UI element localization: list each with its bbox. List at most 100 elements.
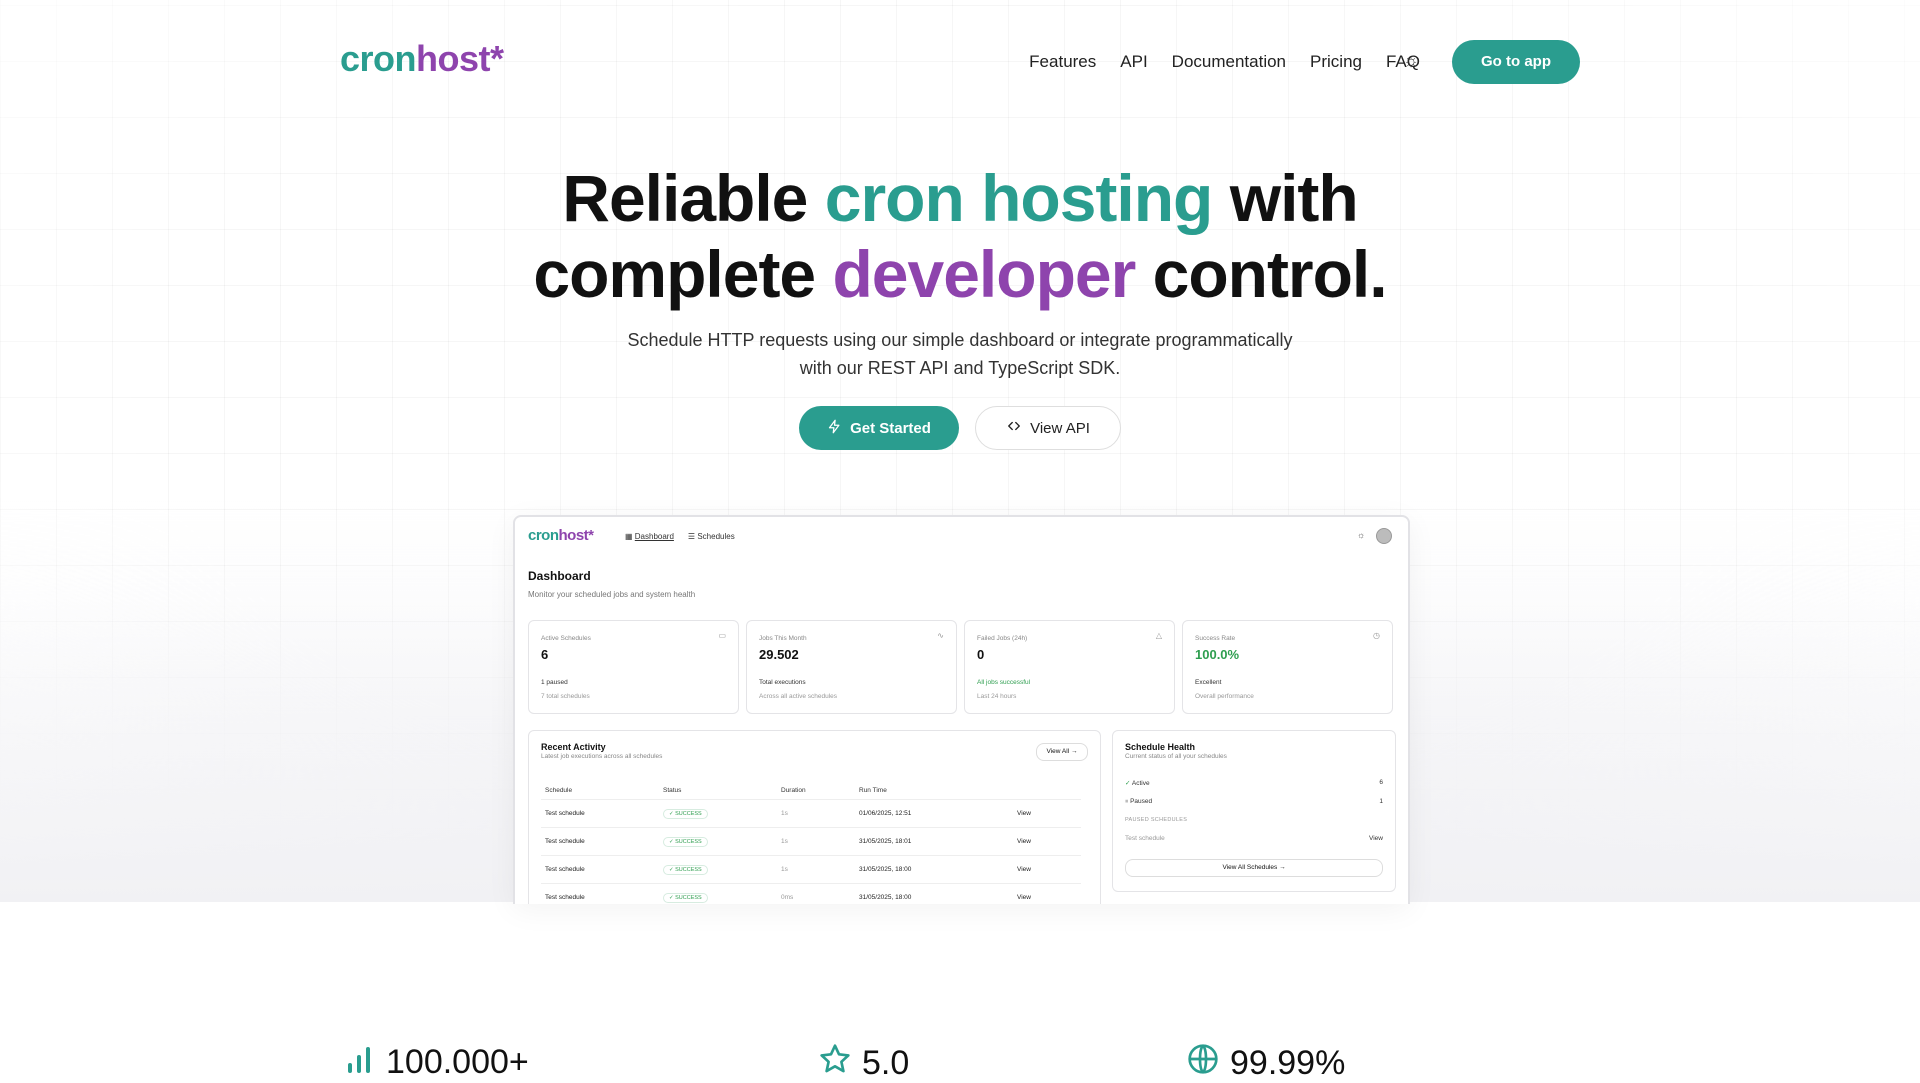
hero-title-highlight-teal: cron hosting	[824, 161, 1214, 235]
sun-icon[interactable]: ☼	[1402, 52, 1420, 70]
paused-schedules-heading: PAUSED SCHEDULES	[1125, 817, 1383, 823]
recent-activity-title: Recent Activity	[541, 742, 606, 752]
avatar	[1376, 528, 1392, 544]
view-all-label: View All	[1046, 748, 1070, 755]
hero-title-part: Reliable	[562, 161, 825, 235]
table-row: Test schedule ✓ SUCCESS 0ms 31/05/2025, …	[541, 883, 1081, 904]
preview-nav-schedules-label: Schedules	[697, 532, 735, 541]
view-all-schedules-button[interactable]: View All Schedules →	[1125, 859, 1383, 877]
view-all-button[interactable]: View All →	[1036, 743, 1088, 761]
cell-schedule: Test schedule	[541, 799, 659, 828]
stat-card-active-schedules: Active Schedules ▭ 6 1 paused 7 total sc…	[528, 620, 739, 714]
get-started-label: Get Started	[850, 419, 931, 437]
stat-card-value: 0	[977, 647, 985, 662]
status-badge: ✓ SUCCESS	[663, 837, 708, 847]
view-link[interactable]: View	[1013, 855, 1081, 884]
column-header: Schedule	[545, 786, 573, 794]
view-all-schedules-label: View All Schedules	[1222, 864, 1278, 871]
nav-api[interactable]: API	[1120, 52, 1147, 72]
view-link[interactable]: View	[1013, 799, 1081, 828]
stat-card-failed-jobs: Failed Jobs (24h) △ 0 All jobs successfu…	[964, 620, 1175, 714]
status-text: SUCCESS	[675, 839, 702, 845]
cell-run-time: 31/05/2025, 18:01	[855, 827, 1013, 856]
hero-title: Reliable cron hosting with complete deve…	[0, 160, 1920, 312]
hero-subtitle-line: with our REST API and TypeScript SDK.	[799, 358, 1121, 378]
preview-nav-dashboard[interactable]: ▦ Dashboard	[625, 532, 674, 541]
logo-part-cron: cron	[340, 38, 417, 79]
stat-card-line1: Excellent	[1195, 679, 1222, 686]
table-row: Test schedule ✓ SUCCESS 1s 31/05/2025, 1…	[541, 827, 1081, 856]
check-circle-icon: ✓	[1125, 780, 1131, 787]
view-link[interactable]: View	[1013, 883, 1081, 904]
column-header: Status	[663, 786, 682, 794]
status-badge: ✓ SUCCESS	[663, 893, 708, 903]
arrow-right-icon: →	[1279, 864, 1286, 871]
nav-pricing[interactable]: Pricing	[1310, 52, 1362, 72]
stat-card-value: 100.0%	[1195, 647, 1240, 662]
preview-nav-schedules[interactable]: ☰ Schedules	[688, 532, 735, 541]
go-to-app-button[interactable]: Go to app	[1452, 40, 1580, 84]
schedule-health-panel: Schedule Health Current status of all yo…	[1112, 730, 1396, 892]
bar-chart-icon	[342, 1045, 376, 1081]
nav-documentation[interactable]: Documentation	[1172, 52, 1286, 72]
stat-card-value: 29.502	[759, 647, 799, 662]
hero-title-part: with	[1212, 161, 1359, 235]
cell-duration: 0ms	[777, 883, 855, 904]
preview-page-title: Dashboard	[528, 569, 591, 583]
preview-nav-dashboard-label: Dashboard	[634, 532, 674, 541]
view-link[interactable]: View	[1013, 827, 1081, 856]
hero-subtitle-line: Schedule HTTP requests using our simple …	[627, 330, 1293, 350]
paused-schedule-item: Test schedule View	[1125, 835, 1383, 842]
recent-activity-subtitle: Latest job executions across all schedul…	[541, 753, 663, 760]
stat-card-line1: All jobs successful	[977, 679, 1031, 686]
cell-status: ✓ SUCCESS	[659, 799, 777, 828]
health-active-label: Active	[1131, 780, 1150, 787]
pause-circle-icon: ⏸	[1125, 798, 1129, 805]
cell-schedule: Test schedule	[541, 827, 659, 856]
stat-card-success-rate: Success Rate ◷ 100.0% Excellent Overall …	[1182, 620, 1393, 714]
preview-sun-icon: ☼	[1357, 530, 1366, 540]
stat-card-label: Active Schedules	[541, 635, 591, 642]
status-text: SUCCESS	[675, 811, 702, 817]
recent-activity-panel: Recent Activity Latest job executions ac…	[528, 730, 1101, 904]
schedule-health-title: Schedule Health	[1125, 742, 1196, 752]
paused-schedule-view-link[interactable]: View	[1369, 835, 1383, 842]
preview-logo: cronhost*	[528, 527, 594, 544]
hero-title-part: complete	[533, 237, 833, 311]
stat-card-line1: Total executions	[759, 679, 806, 686]
status-badge: ✓ SUCCESS	[663, 809, 708, 819]
cell-duration: 1s	[777, 855, 855, 884]
get-started-button[interactable]: Get Started	[799, 406, 959, 450]
view-api-button[interactable]: View API	[975, 406, 1121, 450]
stat-rating: 5.0	[818, 1043, 909, 1083]
calendar-icon: ▭	[718, 631, 726, 640]
cell-duration: 1s	[777, 799, 855, 828]
activity-icon: ∿	[937, 631, 944, 640]
cell-status: ✓ SUCCESS	[659, 883, 777, 904]
activity-table: Schedule Status Duration Run Time Test s…	[541, 781, 1081, 904]
health-active-row: ✓ Active 6	[1125, 779, 1383, 787]
stat-card-label: Success Rate	[1195, 635, 1236, 642]
preview-nav: ▦ Dashboard ☰ Schedules	[625, 532, 735, 541]
stat-card-value: 6	[541, 647, 549, 662]
column-header: Run Time	[859, 786, 887, 794]
stat-card-line1: 1 paused	[541, 679, 568, 686]
stat-value: 99.99%	[1230, 1043, 1346, 1082]
status-text: SUCCESS	[675, 895, 702, 901]
stat-card-line2: Last 24 hours	[977, 693, 1017, 700]
hero-subtitle: Schedule HTTP requests using our simple …	[560, 326, 1360, 382]
stat-card-line2: Across all active schedules	[759, 693, 838, 700]
stat-value: 5.0	[862, 1043, 910, 1082]
hero-title-highlight-purple: developer	[832, 237, 1136, 311]
cell-schedule: Test schedule	[541, 855, 659, 884]
nav-features[interactable]: Features	[1029, 52, 1096, 72]
table-header-row: Schedule Status Duration Run Time	[541, 781, 1081, 800]
preview-logo-part: cron	[528, 527, 559, 544]
stat-uptime: 99.99%	[1186, 1043, 1345, 1083]
table-row: Test schedule ✓ SUCCESS 1s 01/06/2025, 1…	[541, 799, 1081, 828]
cell-status: ✓ SUCCESS	[659, 855, 777, 884]
cell-run-time: 01/06/2025, 12:51	[855, 799, 1013, 828]
schedule-health-subtitle: Current status of all your schedules	[1125, 753, 1227, 760]
logo[interactable]: cronhost*	[340, 38, 504, 80]
table-row: Test schedule ✓ SUCCESS 1s 31/05/2025, 1…	[541, 855, 1081, 884]
